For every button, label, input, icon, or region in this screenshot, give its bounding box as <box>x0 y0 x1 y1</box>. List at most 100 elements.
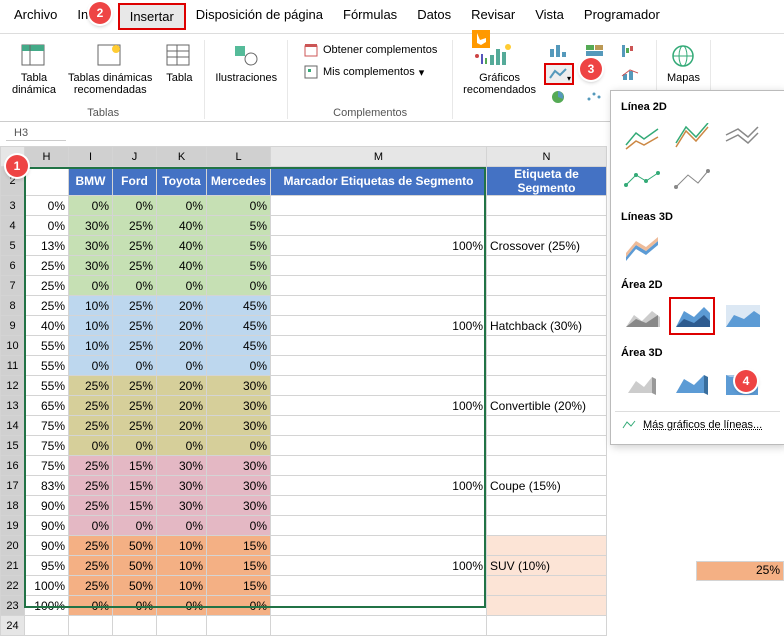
illustrations-button[interactable]: Ilustraciones <box>211 40 281 86</box>
cell-I5[interactable]: 30% <box>69 236 113 256</box>
people-graph-icon[interactable] <box>472 51 490 69</box>
cell-M7[interactable] <box>271 276 487 296</box>
waterfall-chart-icon[interactable] <box>616 40 646 62</box>
area3d-chart-2[interactable] <box>669 365 715 403</box>
cell-L3[interactable]: 0% <box>207 196 271 216</box>
cell-I4[interactable]: 30% <box>69 216 113 236</box>
col-header-L[interactable]: L <box>207 147 271 167</box>
cell-M17[interactable]: 100% <box>271 476 487 496</box>
cell-L4[interactable]: 5% <box>207 216 271 236</box>
row-header-12[interactable]: 12 <box>1 376 25 396</box>
cell-I16[interactable]: 25% <box>69 456 113 476</box>
row-header-5[interactable]: 5 <box>1 236 25 256</box>
row-header-24[interactable]: 24 <box>1 616 25 636</box>
cell-M22[interactable] <box>271 576 487 596</box>
row-header-16[interactable]: 16 <box>1 456 25 476</box>
col-header-J[interactable]: J <box>113 147 157 167</box>
cell-L7[interactable]: 0% <box>207 276 271 296</box>
stacked-area-chart[interactable] <box>669 297 715 335</box>
cell-L10[interactable]: 45% <box>207 336 271 356</box>
my-addins-button[interactable]: Mis complementos ▾ <box>299 62 428 82</box>
pivot-table-button[interactable]: Tabla dinámica <box>8 40 60 98</box>
cell-K21[interactable]: 10% <box>157 556 207 576</box>
cell-N5[interactable]: Crossover (25%) <box>487 236 607 256</box>
cell-M6[interactable] <box>271 256 487 276</box>
cell-J5[interactable]: 25% <box>113 236 157 256</box>
cell-L11[interactable]: 0% <box>207 356 271 376</box>
cell-L13[interactable]: 30% <box>207 396 271 416</box>
line-chart-dropdown[interactable]: ▾ <box>544 63 574 85</box>
cell-M13[interactable]: 100% <box>271 396 487 416</box>
cell-H16[interactable]: 75% <box>25 456 69 476</box>
cell-I15[interactable]: 0% <box>69 436 113 456</box>
cell-I12[interactable]: 25% <box>69 376 113 396</box>
cell-K4[interactable]: 40% <box>157 216 207 236</box>
cell-L15[interactable]: 0% <box>207 436 271 456</box>
cell-M5[interactable]: 100% <box>271 236 487 256</box>
cell-I9[interactable]: 10% <box>69 316 113 336</box>
cell-I22[interactable]: 25% <box>69 576 113 596</box>
cell-N10[interactable] <box>487 336 607 356</box>
cell-K11[interactable]: 0% <box>157 356 207 376</box>
cell-H4[interactable]: 0% <box>25 216 69 236</box>
cell-I10[interactable]: 10% <box>69 336 113 356</box>
cell-H18[interactable]: 90% <box>25 496 69 516</box>
cell-M15[interactable] <box>271 436 487 456</box>
cell-N20[interactable] <box>487 536 607 556</box>
row-header-18[interactable]: 18 <box>1 496 25 516</box>
cell-J21[interactable]: 50% <box>113 556 157 576</box>
recommended-pivot-button[interactable]: Tablas dinámicas recomendadas <box>64 40 156 98</box>
cell-K8[interactable]: 20% <box>157 296 207 316</box>
cell-J12[interactable]: 25% <box>113 376 157 396</box>
cell-N14[interactable] <box>487 416 607 436</box>
cell-H6[interactable]: 25% <box>25 256 69 276</box>
menu-revisar[interactable]: Revisar <box>461 3 525 30</box>
cell-J4[interactable]: 25% <box>113 216 157 236</box>
cell-K22[interactable]: 10% <box>157 576 207 596</box>
cell-J10[interactable]: 25% <box>113 336 157 356</box>
cell-N17[interactable]: Coupe (15%) <box>487 476 607 496</box>
combo-chart-icon[interactable] <box>616 63 646 85</box>
row-header-8[interactable]: 8 <box>1 296 25 316</box>
cell-L5[interactable]: 5% <box>207 236 271 256</box>
cell-N11[interactable] <box>487 356 607 376</box>
row-header-3[interactable]: 3 <box>1 196 25 216</box>
cell-L17[interactable]: 30% <box>207 476 271 496</box>
cell-M8[interactable] <box>271 296 487 316</box>
cell-K9[interactable]: 20% <box>157 316 207 336</box>
overflow-cell[interactable]: 25% <box>696 561 784 581</box>
cell-M3[interactable] <box>271 196 487 216</box>
cell-L20[interactable]: 15% <box>207 536 271 556</box>
cell-J3[interactable]: 0% <box>113 196 157 216</box>
cell-L21[interactable]: 15% <box>207 556 271 576</box>
cell-J22[interactable]: 50% <box>113 576 157 596</box>
line-chart-1[interactable] <box>619 119 665 157</box>
cell-J17[interactable]: 15% <box>113 476 157 496</box>
cell-H11[interactable]: 55% <box>25 356 69 376</box>
row-header-21[interactable]: 21 <box>1 556 25 576</box>
cell-K3[interactable]: 0% <box>157 196 207 216</box>
cell-L23[interactable]: 0% <box>207 596 271 616</box>
cell-N16[interactable] <box>487 456 607 476</box>
cell-H15[interactable]: 75% <box>25 436 69 456</box>
cell-K17[interactable]: 30% <box>157 476 207 496</box>
maps-button[interactable]: Mapas <box>663 40 704 86</box>
menu-vista[interactable]: Vista <box>525 3 574 30</box>
cell-J16[interactable]: 15% <box>113 456 157 476</box>
row-header-9[interactable]: 9 <box>1 316 25 336</box>
cell-M23[interactable] <box>271 596 487 616</box>
cell-N4[interactable] <box>487 216 607 236</box>
col-header-M[interactable]: M <box>271 147 487 167</box>
cell-L14[interactable]: 30% <box>207 416 271 436</box>
cell-N13[interactable]: Convertible (20%) <box>487 396 607 416</box>
area-chart-3[interactable] <box>719 297 765 335</box>
menu-disposicion[interactable]: Disposición de página <box>186 3 333 30</box>
cell-M16[interactable] <box>271 456 487 476</box>
more-line-charts[interactable]: Más gráficos de líneas... <box>615 411 780 438</box>
cell-H5[interactable]: 13% <box>25 236 69 256</box>
cell-H19[interactable]: 90% <box>25 516 69 536</box>
line-chart-3[interactable] <box>719 119 765 157</box>
row-header-10[interactable]: 10 <box>1 336 25 356</box>
cell-H7[interactable]: 25% <box>25 276 69 296</box>
cell-L18[interactable]: 30% <box>207 496 271 516</box>
